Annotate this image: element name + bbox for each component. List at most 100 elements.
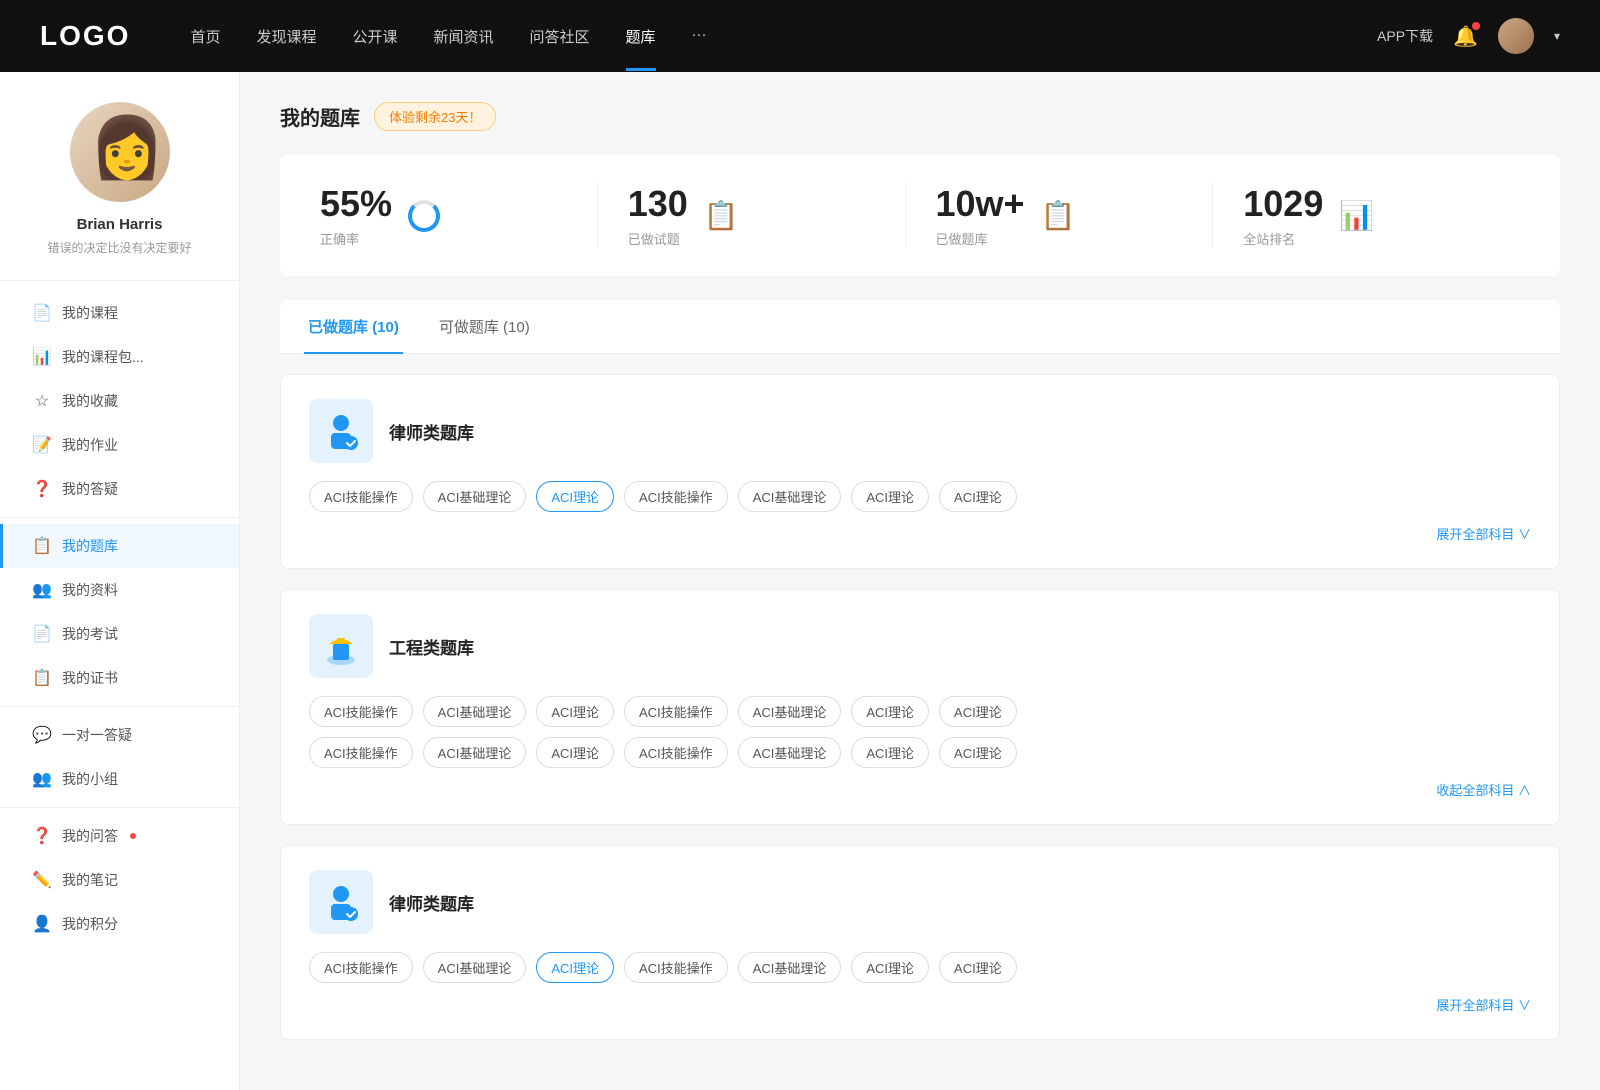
- sidebar-icon-3: 📝: [32, 435, 52, 455]
- nav-link-新闻资讯[interactable]: 新闻资讯: [434, 26, 494, 47]
- sidebar-item-13[interactable]: 👤 我的积分: [0, 902, 239, 946]
- stat-value-3: 1029: [1243, 183, 1323, 225]
- bank-tag-0-3[interactable]: ACI技能操作: [624, 481, 728, 512]
- avatar[interactable]: [1498, 18, 1534, 54]
- app-download-button[interactable]: APP下载: [1377, 26, 1433, 46]
- bank-card-2: 律师类题库 ACI技能操作 ACI基础理论 ACI理论 ACI技能操作 ACI基础理论 A…: [280, 845, 1560, 1040]
- sidebar-item-12[interactable]: ✏️ 我的笔记: [0, 858, 239, 902]
- sidebar-label-7: 我的考试: [62, 624, 118, 644]
- bank-tag-1-4[interactable]: ACI基础理论: [738, 696, 842, 727]
- bank-tag-2-0[interactable]: ACI技能操作: [309, 952, 413, 983]
- bank-tag-1-3[interactable]: ACI技能操作: [624, 696, 728, 727]
- bank-tag-0-6[interactable]: ACI理论: [939, 481, 1017, 512]
- stat-value-1: 130: [628, 183, 688, 225]
- bank-tags-1: ACI技能操作 ACI基础理论 ACI理论 ACI技能操作 ACI基础理论 ACI理论 AC…: [309, 696, 1531, 727]
- nav-link-发现课程[interactable]: 发现课程: [256, 26, 316, 47]
- bank-card-1: 工程类题库 ACI技能操作ACI基础理论ACI理论ACI技能操作ACI基础理论A…: [280, 589, 1560, 825]
- sidebar-icon-13: 👤: [32, 914, 52, 934]
- sidebar-item-6[interactable]: 👥 我的资料: [0, 568, 239, 612]
- sidebar-item-10[interactable]: 👥 我的小组: [0, 757, 239, 801]
- nav-link-问答社区[interactable]: 问答社区: [530, 26, 590, 47]
- bank-expand-0[interactable]: 展开全部科目 ∨: [1436, 527, 1531, 542]
- sidebar-separator: [0, 517, 239, 518]
- tab-item-0[interactable]: 已做题库 (10): [304, 300, 403, 353]
- lawyer-icon: [319, 880, 363, 924]
- bank-extra-tag-1-5[interactable]: ACI理论: [851, 737, 929, 768]
- stat-item-1: 130 已做试题 📋: [598, 183, 906, 248]
- sidebar-separator: [0, 706, 239, 707]
- sidebar-item-1[interactable]: 📊 我的课程包...: [0, 335, 239, 379]
- sidebar: Brian Harris 错误的决定比没有决定要好 📄 我的课程 📊 我的课程包…: [0, 72, 240, 1090]
- bank-extra-tag-1-0[interactable]: ACI技能操作: [309, 737, 413, 768]
- bank-extra-tag-1-3[interactable]: ACI技能操作: [624, 737, 728, 768]
- stats-card: 55% 正确率 130 已做试题 📋 10w+ 已做题库 📋 1029 全站排名…: [280, 155, 1560, 276]
- sidebar-item-11[interactable]: ❓ 我的问答: [0, 814, 239, 858]
- bank-tag-2-5[interactable]: ACI理论: [851, 952, 929, 983]
- bank-extra-tag-1-1[interactable]: ACI基础理论: [423, 737, 527, 768]
- engineer-icon: [319, 624, 363, 668]
- banks-container: 律师类题库 ACI技能操作ACI基础理论ACI理论ACI技能操作ACI基础理论A…: [280, 374, 1560, 1040]
- sidebar-icon-0: 📄: [32, 303, 52, 323]
- notification-bell[interactable]: 🔔: [1453, 24, 1478, 49]
- bank-tag-0-0[interactable]: ACI技能操作: [309, 481, 413, 512]
- sidebar-profile: Brian Harris 错误的决定比没有决定要好: [0, 102, 239, 281]
- sidebar-item-8[interactable]: 📋 我的证书: [0, 656, 239, 700]
- sidebar-icon-11: ❓: [32, 826, 52, 846]
- bank-footer-1: 收起全部科目 ∧: [309, 780, 1531, 800]
- bank-collapse-1[interactable]: 收起全部科目 ∧: [1436, 783, 1531, 798]
- bank-tag-0-4[interactable]: ACI基础理论: [738, 481, 842, 512]
- sidebar-icon-10: 👥: [32, 769, 52, 789]
- bank-tag-0-1[interactable]: ACI基础理论: [423, 481, 527, 512]
- bank-tag-1-0[interactable]: ACI技能操作: [309, 696, 413, 727]
- nav-link-···[interactable]: ···: [692, 26, 707, 47]
- bank-tag-2-3[interactable]: ACI技能操作: [624, 952, 728, 983]
- sidebar-label-10: 我的小组: [62, 769, 118, 789]
- user-name: Brian Harris: [77, 216, 163, 233]
- logo: LOGO: [40, 20, 130, 52]
- nav-link-首页[interactable]: 首页: [190, 26, 220, 47]
- sidebar-icon-9: 💬: [32, 725, 52, 745]
- sidebar-item-4[interactable]: ❓ 我的答疑: [0, 467, 239, 511]
- bank-tag-1-2[interactable]: ACI理论: [536, 696, 614, 727]
- tabs-bar: 已做题库 (10) 可做题库 (10): [280, 300, 1560, 354]
- tab-item-1[interactable]: 可做题库 (10): [435, 300, 534, 353]
- sidebar-icon-1: 📊: [32, 347, 52, 367]
- bank-header-0: 律师类题库: [309, 399, 1531, 463]
- bank-tag-2-4[interactable]: ACI基础理论: [738, 952, 842, 983]
- bank-tag-2-2[interactable]: ACI理论: [536, 952, 614, 983]
- sidebar-label-12: 我的笔记: [62, 870, 118, 890]
- bank-header-1: 工程类题库: [309, 614, 1531, 678]
- bank-icon-2: [309, 870, 373, 934]
- bank-tag-0-5[interactable]: ACI理论: [851, 481, 929, 512]
- bank-tag-2-1[interactable]: ACI基础理论: [423, 952, 527, 983]
- nav-link-题库[interactable]: 题库: [626, 26, 656, 47]
- sidebar-item-7[interactable]: 📄 我的考试: [0, 612, 239, 656]
- bank-extra-tag-1-6[interactable]: ACI理论: [939, 737, 1017, 768]
- bank-tag-1-5[interactable]: ACI理论: [851, 696, 929, 727]
- stat-label-1: 已做试题: [628, 229, 688, 248]
- sidebar-item-2[interactable]: ☆ 我的收藏: [0, 379, 239, 423]
- bank-tags-0: ACI技能操作 ACI基础理论 ACI理论 ACI技能操作 ACI基础理论 ACI理论 AC…: [309, 481, 1531, 512]
- bank-expand-2[interactable]: 展开全部科目 ∨: [1436, 998, 1531, 1013]
- sidebar-item-0[interactable]: 📄 我的课程: [0, 291, 239, 335]
- bank-icon-1: [309, 614, 373, 678]
- bank-tag-1-1[interactable]: ACI基础理论: [423, 696, 527, 727]
- bank-tag-0-2[interactable]: ACI理论: [536, 481, 614, 512]
- bank-tag-2-6[interactable]: ACI理论: [939, 952, 1017, 983]
- sidebar-item-5[interactable]: 📋 我的题库: [0, 524, 239, 568]
- nav-links: 首页 发现课程 公开课 新闻资讯 问答社区 题库 ···: [190, 26, 1377, 47]
- nav-link-公开课[interactable]: 公开课: [352, 26, 397, 47]
- avatar-chevron-icon[interactable]: ▾: [1554, 29, 1560, 43]
- avatar-image: [1498, 18, 1534, 54]
- sidebar-item-9[interactable]: 💬 一对一答疑: [0, 713, 239, 757]
- bank-extra-tag-1-4[interactable]: ACI基础理论: [738, 737, 842, 768]
- navbar: LOGO 首页 发现课程 公开课 新闻资讯 问答社区 题库 ··· APP下载 🔔 ▾: [0, 0, 1600, 72]
- stat-item-0: 55% 正确率: [320, 183, 598, 248]
- bank-tag-1-6[interactable]: ACI理论: [939, 696, 1017, 727]
- stat-icon-1: 📋: [704, 199, 739, 232]
- bank-header-2: 律师类题库: [309, 870, 1531, 934]
- bank-extra-tag-1-2[interactable]: ACI理论: [536, 737, 614, 768]
- sidebar-icon-5: 📋: [32, 536, 52, 556]
- sidebar-item-3[interactable]: 📝 我的作业: [0, 423, 239, 467]
- bank-extra-tags-1: ACI技能操作 ACI基础理论 ACI理论 ACI技能操作 ACI基础理论 ACI理论 AC…: [309, 737, 1531, 768]
